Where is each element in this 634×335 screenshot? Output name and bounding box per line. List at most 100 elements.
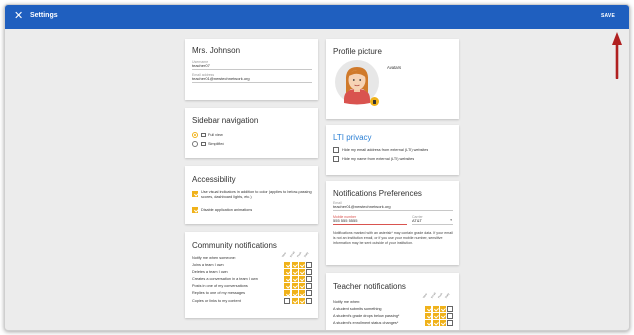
notification-row: A student submits something: [333, 305, 453, 312]
notification-checkbox-email[interactable]: [291, 283, 298, 290]
visual-indicators-checkbox[interactable]: [192, 190, 198, 197]
notification-checkbox-push[interactable]: [439, 312, 446, 319]
edit-avatar-icon[interactable]: [370, 97, 379, 106]
teacher-notifications-title: Teacher notifications: [333, 282, 406, 291]
notification-row: A student's grade drops below passing*: [333, 312, 453, 319]
settings-window: ✕ Settings SAVE Mrs. Johnson Username te…: [4, 4, 630, 331]
notification-row-label: Creates a conversation in a team I own: [192, 276, 258, 281]
notification-checkbox-web[interactable]: [284, 268, 291, 275]
notification-checkbox-daily[interactable]: [447, 312, 453, 319]
notification-row: A student's enrollment status changes*: [333, 319, 453, 326]
hide-email-option[interactable]: Hide my email address from external (LTI…: [333, 146, 428, 153]
notification-checkbox-group: [284, 283, 312, 290]
notification-checkbox-daily[interactable]: [306, 297, 312, 304]
notification-checkbox-email[interactable]: [291, 275, 298, 282]
notification-checkbox-group: [284, 268, 312, 275]
notification-checkbox-email[interactable]: [291, 268, 298, 275]
hide-email-checkbox[interactable]: [333, 146, 339, 153]
notification-row-label: Copies or links to my content: [192, 298, 241, 303]
notification-checkbox-daily[interactable]: [306, 275, 312, 282]
notif-email-field[interactable]: teacher01@newtechnetwork.org: [333, 204, 453, 211]
notification-checkbox-daily[interactable]: [447, 319, 453, 326]
notification-checkbox-email[interactable]: [291, 290, 298, 297]
notification-checkbox-push[interactable]: [298, 268, 305, 275]
notification-row-label: Posts in one of my conversations: [192, 284, 248, 289]
notification-row-label: Joins a team I own: [192, 262, 224, 267]
notification-row-label: Replies to one of my messages: [192, 291, 245, 296]
notification-checkbox-push[interactable]: [439, 319, 446, 326]
notification-row: Creates a conversation in a team I own: [192, 275, 312, 282]
notification-checkbox-email[interactable]: [291, 261, 298, 268]
sidebar-navigation-title: Sidebar navigation: [192, 116, 259, 125]
disable-animations-option[interactable]: Disable application animations: [192, 206, 252, 213]
community-notifications-card: Community notifications Web Email Push D…: [185, 232, 318, 318]
hide-name-checkbox[interactable]: [333, 155, 339, 162]
notification-checkbox-email[interactable]: [291, 297, 298, 304]
teacher-column-headers: Web Email Push Daily: [422, 289, 453, 299]
notification-row-label: A student's grade drops below passing*: [333, 313, 400, 318]
teacher-notifications-card: Teacher notifications Web Email Push Dai…: [326, 273, 459, 330]
teacher-rows: A student submits something A student's g…: [333, 305, 453, 327]
notification-row: Posts in one of my conversations: [192, 283, 312, 290]
notification-checkbox-web[interactable]: [284, 275, 291, 282]
close-icon[interactable]: ✕: [14, 10, 23, 22]
community-notifications-title: Community notifications: [192, 241, 277, 250]
community-rows: Joins a team I own Deletes a team I own Cr…: [192, 261, 312, 304]
column-header: Push: [437, 292, 444, 299]
column-header: Daily: [303, 251, 310, 258]
simplified-radio[interactable]: [192, 140, 198, 147]
notification-checkbox-web[interactable]: [425, 319, 432, 326]
notification-row: Copies or links to my content: [192, 297, 312, 304]
notification-checkbox-push[interactable]: [298, 290, 305, 297]
notification-checkbox-push[interactable]: [439, 305, 446, 312]
notification-checkbox-daily[interactable]: [306, 283, 312, 290]
notification-checkbox-daily[interactable]: [306, 268, 312, 275]
notification-preferences-title: Notifications Preferences: [333, 189, 422, 198]
notification-checkbox-group: [284, 275, 312, 282]
disable-animations-checkbox[interactable]: [192, 206, 198, 213]
notification-checkbox-daily[interactable]: [306, 290, 312, 297]
notification-checkbox-push[interactable]: [298, 297, 305, 304]
user-name: Mrs. Johnson: [192, 46, 241, 55]
notification-checkbox-web[interactable]: [284, 297, 291, 304]
community-intro: Notify me when someone:: [192, 256, 236, 260]
notification-checkbox-email[interactable]: [432, 319, 439, 326]
save-button[interactable]: SAVE: [601, 13, 615, 19]
notification-checkbox-daily[interactable]: [306, 261, 312, 268]
simplified-label: Simplified: [208, 141, 225, 146]
notification-checkbox-group: [284, 290, 312, 297]
notification-checkbox-web[interactable]: [425, 312, 432, 319]
column-header: Email: [289, 250, 296, 258]
disable-animations-label: Disable application animations: [201, 207, 253, 212]
notification-checkbox-push[interactable]: [298, 275, 305, 282]
notification-checkbox-group: [425, 312, 453, 319]
mobile-number-field[interactable]: 555 555 5555: [333, 218, 407, 225]
notification-checkbox-push[interactable]: [298, 283, 305, 290]
carrier-select[interactable]: AT&T ▾: [412, 218, 453, 225]
notification-checkbox-daily[interactable]: [447, 305, 453, 312]
full-view-radio[interactable]: [192, 131, 198, 138]
notification-row: Joins a team I own: [192, 261, 312, 268]
avatars-link[interactable]: Avatars: [387, 65, 401, 70]
simplified-option[interactable]: Simplified: [192, 140, 224, 147]
notification-checkbox-web[interactable]: [284, 290, 291, 297]
profile-picture-title: Profile picture: [333, 47, 382, 56]
full-view-option[interactable]: Full view: [192, 131, 223, 138]
notification-checkbox-push[interactable]: [298, 261, 305, 268]
column-header: Email: [430, 291, 437, 299]
column-header: Web: [281, 251, 288, 258]
full-view-label: Full view: [208, 132, 223, 137]
notification-checkbox-web[interactable]: [284, 261, 291, 268]
visual-indicators-option[interactable]: Use visual indicators in addition to col…: [192, 190, 314, 200]
notification-preferences-card: Notifications Preferences Email teacher0…: [326, 181, 459, 265]
notification-checkbox-web[interactable]: [425, 305, 432, 312]
email-field[interactable]: teacher01@newtechnetwork.org: [192, 76, 312, 83]
username-field[interactable]: teacher07: [192, 63, 312, 70]
chevron-down-icon: ▾: [450, 218, 452, 222]
notification-checkbox-email[interactable]: [432, 305, 439, 312]
notification-checkbox-web[interactable]: [284, 283, 291, 290]
notification-note: Notifications marked with an asterisk* m…: [333, 231, 453, 245]
notification-checkbox-email[interactable]: [432, 312, 439, 319]
hide-name-option[interactable]: Hide my name from external (LTI) website…: [333, 155, 414, 162]
lti-privacy-title: LTI privacy: [333, 133, 372, 142]
